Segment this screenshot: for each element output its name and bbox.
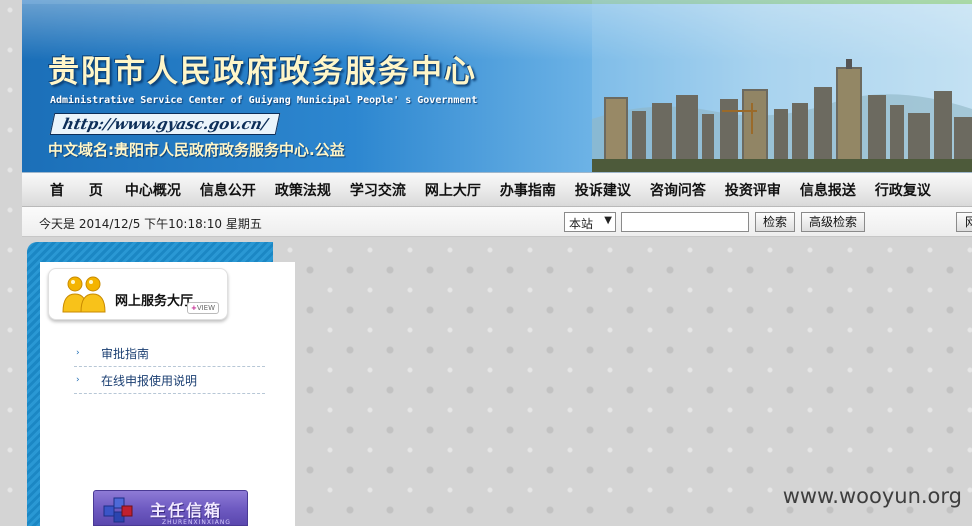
site-chinese-domain: 中文域名:贵阳市人民政府政务服务中心.公益 <box>48 141 345 159</box>
search-input[interactable] <box>621 212 749 232</box>
nav-item-online-hall[interactable]: 网上大厅 <box>425 180 481 200</box>
nav-item-info-disclosure[interactable]: 信息公开 <box>200 180 256 200</box>
nav-item-investment-review[interactable]: 投资评审 <box>725 180 781 200</box>
nav-item-learning[interactable]: 学习交流 <box>350 180 406 200</box>
site-title: 贵阳市人民政府政务服务中心 <box>48 54 477 90</box>
search-scope-select[interactable]: 本站 ▼ <box>564 212 616 232</box>
search-button[interactable]: 检索 <box>755 212 795 232</box>
header-banner: 贵阳市人民政府政务服务中心 Administrative Service Cen… <box>22 0 972 173</box>
nav-item-consultation[interactable]: 咨询问答 <box>650 180 706 200</box>
mailbox-subtitle: ZHURENXINXIANG <box>162 519 231 526</box>
info-search-bar: 今天是 2014/12/5 下午10:18:10 星期五 本站 ▼ 检索 高级检… <box>22 207 972 237</box>
watermark-text: www.wooyun.org <box>782 484 962 508</box>
advanced-search-button[interactable]: 高级检索 <box>801 212 865 232</box>
main-nav: 首 页 中心概况 信息公开 政策法规 学习交流 网上大厅 办事指南 投诉建议 咨… <box>22 173 972 207</box>
view-tag-label: VIEW <box>196 304 216 312</box>
dropdown-caret-icon: ▼ <box>604 215 612 226</box>
nav-item-info-report[interactable]: 信息报送 <box>800 180 856 200</box>
nav-item-center-overview[interactable]: 中心概况 <box>125 180 181 200</box>
chevron-right-icon: › <box>76 375 80 385</box>
city-skyline-image <box>592 0 972 172</box>
online-hall-header[interactable]: 网上服务大厅 +VIEW <box>48 268 228 320</box>
search-scope-value: 本站 <box>569 217 594 231</box>
site-url: http://www.gyasc.gov.cn/ <box>49 113 281 135</box>
link-online-declaration-guide[interactable]: › 在线申报使用说明 <box>74 367 265 394</box>
link-label: 在线申报使用说明 <box>101 373 198 388</box>
nav-item-policies[interactable]: 政策法规 <box>275 180 331 200</box>
blocks-icon <box>103 497 133 523</box>
nav-item-admin-review[interactable]: 行政复议 <box>875 180 931 200</box>
view-tag[interactable]: +VIEW <box>187 302 219 314</box>
link-approval-guide[interactable]: › 审批指南 <box>74 340 265 367</box>
online-hall-title: 网上服务大厅 <box>115 294 194 309</box>
current-date: 今天是 2014/12/5 下午10:18:10 星期五 <box>39 217 262 231</box>
nav-item-service-guide[interactable]: 办事指南 <box>500 180 556 200</box>
director-mailbox-button[interactable]: 主任信箱 ZHURENXINXIANG <box>93 490 248 526</box>
mailbox-title: 主任信箱 <box>150 501 223 520</box>
nav-item-complaints[interactable]: 投诉建议 <box>575 180 631 200</box>
hall-link-list: › 审批指南 › 在线申报使用说明 <box>74 340 265 394</box>
site-english-subtitle: Administrative Service Center of Guiyang… <box>50 95 478 106</box>
chevron-right-icon: › <box>76 348 80 358</box>
people-icon <box>62 276 106 313</box>
nav-item-home[interactable]: 首 页 <box>50 180 113 200</box>
link-label: 审批指南 <box>101 346 150 361</box>
edge-button[interactable]: 网 <box>956 212 972 232</box>
